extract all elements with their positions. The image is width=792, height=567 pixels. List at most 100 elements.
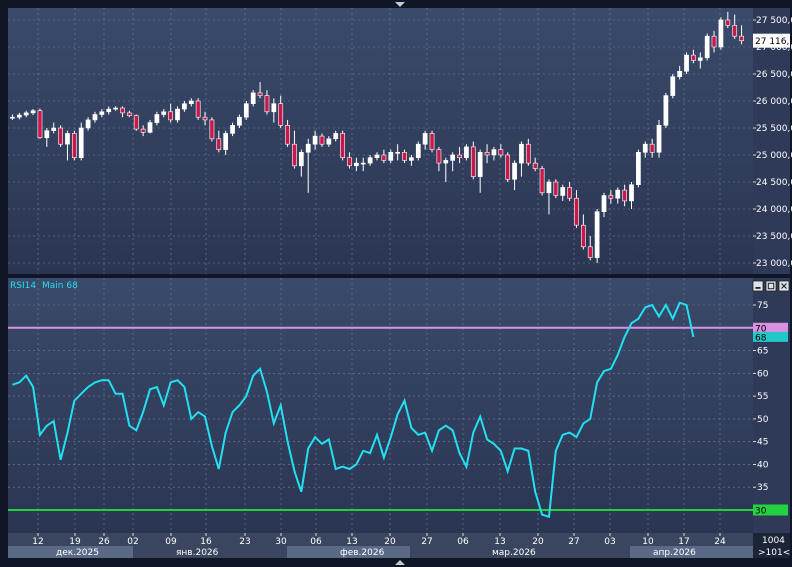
price-panel: 27 500,0027 000,0026 500,0026 000,0025 5… <box>8 8 792 274</box>
oversold-label: 30 <box>755 507 767 517</box>
candle-body-up <box>223 133 229 150</box>
minimize-icon[interactable] <box>752 280 764 292</box>
candle-body-up <box>51 127 57 132</box>
candle-body-down <box>532 162 538 169</box>
candle-body-down <box>264 95 270 113</box>
rsi-window-buttons <box>752 280 790 292</box>
candle-body-down <box>202 116 208 121</box>
corner-top-label: 1004 <box>762 536 785 546</box>
candle-body-up <box>629 184 634 202</box>
candle-body-up <box>360 162 366 165</box>
candle-body-down <box>567 187 572 199</box>
candle-body-up <box>237 116 242 126</box>
candle-body-down <box>498 149 504 156</box>
candle-body-up <box>491 149 497 156</box>
candle-body-up <box>243 103 249 118</box>
candle-body-up <box>684 54 689 72</box>
candle-body-up <box>106 108 112 113</box>
candle-body-up <box>23 112 29 116</box>
candle-body-down <box>732 25 738 37</box>
candle-body-down <box>484 152 490 156</box>
candle-body-down <box>505 154 511 180</box>
candle-body-down <box>319 135 325 145</box>
candle-body-up <box>367 157 373 164</box>
candle-body-down <box>133 115 139 130</box>
candle-body-up <box>656 125 662 153</box>
candle-body-up <box>409 157 414 161</box>
candle-body-up <box>642 143 648 153</box>
candle <box>553 179 559 199</box>
candle-body-down <box>691 54 696 61</box>
price-tick-label: 26 000,00 <box>756 97 792 107</box>
month-label: дек.2025 <box>56 548 99 558</box>
candle-body-up <box>10 116 15 119</box>
rsi-panel: 7565605550454035 70 68 30 RSI14 Main 68 <box>8 278 790 533</box>
candle-body-up <box>161 111 167 115</box>
candle-body-down <box>37 110 43 139</box>
candle <box>470 141 476 180</box>
candle-body-down <box>278 103 284 126</box>
rsi-tick-label: 50 <box>757 415 769 425</box>
day-tick-label: 03 <box>604 537 615 547</box>
day-tick-label: 12 <box>32 537 43 547</box>
candle-body-down <box>457 154 462 158</box>
last-price-label: 27 116,5 <box>755 37 792 47</box>
candle-body-up <box>477 152 483 177</box>
candle-body-up <box>422 133 428 145</box>
restore-icon[interactable] <box>765 280 777 292</box>
candle-body-down <box>608 195 614 199</box>
candle <box>505 152 511 182</box>
candle <box>415 141 421 161</box>
candle-body-up <box>546 181 552 194</box>
candle-body-down <box>622 189 627 202</box>
candle-body-down <box>711 35 717 48</box>
day-tick-label: 20 <box>384 537 396 547</box>
close-icon[interactable] <box>778 280 790 292</box>
candle-body-up <box>636 152 641 186</box>
candle-body-up <box>354 162 359 167</box>
candle-body-down <box>381 154 387 161</box>
candle <box>718 17 724 50</box>
rsi-tick-label: 60 <box>757 369 769 379</box>
candle <box>37 108 43 139</box>
day-tick-label: 17 <box>678 537 689 547</box>
rsi-current-tag: 68 <box>753 331 788 343</box>
price-tick-label: 23 000,00 <box>756 259 792 269</box>
day-tick-label: 02 <box>127 537 138 547</box>
candle-body-down <box>525 143 531 164</box>
price-tick-label: 24 000,00 <box>756 205 792 215</box>
candle-body-down <box>292 143 297 167</box>
candle-body-up <box>85 119 91 129</box>
candle <box>656 119 662 158</box>
candle-body-up <box>326 138 332 145</box>
day-tick-label: 13 <box>346 537 357 547</box>
candle-body-up <box>175 108 180 121</box>
rsi-tick-label: 75 <box>757 301 768 311</box>
day-tick-label: 13 <box>494 537 505 547</box>
candle-body-up <box>312 135 318 145</box>
candle-body-up <box>99 111 105 115</box>
candle-body-up <box>78 127 84 159</box>
candle-body-up <box>65 133 70 145</box>
day-tick-label: 06 <box>457 537 469 547</box>
candle-body-up <box>147 122 153 133</box>
candle-body-down <box>58 127 63 145</box>
corner-bottom-label: >101< <box>758 548 790 558</box>
time-axis: 12 19 26 02 09 16 23 30 06 13 20 27 06 13 20 27 03 10 17 24… <box>8 533 790 558</box>
rsi-title: RSI14 <box>10 281 36 291</box>
candle <box>175 106 180 123</box>
panel-splitter[interactable] <box>0 274 792 278</box>
candle-body-down <box>140 128 146 133</box>
candle <box>133 114 139 131</box>
price-panel-background <box>8 8 753 274</box>
candle-body-down <box>429 133 435 150</box>
candle-body-up <box>395 152 400 154</box>
candle-body-down <box>257 92 263 96</box>
rsi-tick-label: 55 <box>757 392 768 402</box>
price-tick-label: 23 500,00 <box>756 232 792 242</box>
candle-body-up <box>298 152 304 167</box>
candle <box>663 92 669 128</box>
candle-body-up <box>670 76 676 96</box>
candle-body-down <box>587 246 593 258</box>
price-tick-label: 25 000,00 <box>756 151 792 161</box>
